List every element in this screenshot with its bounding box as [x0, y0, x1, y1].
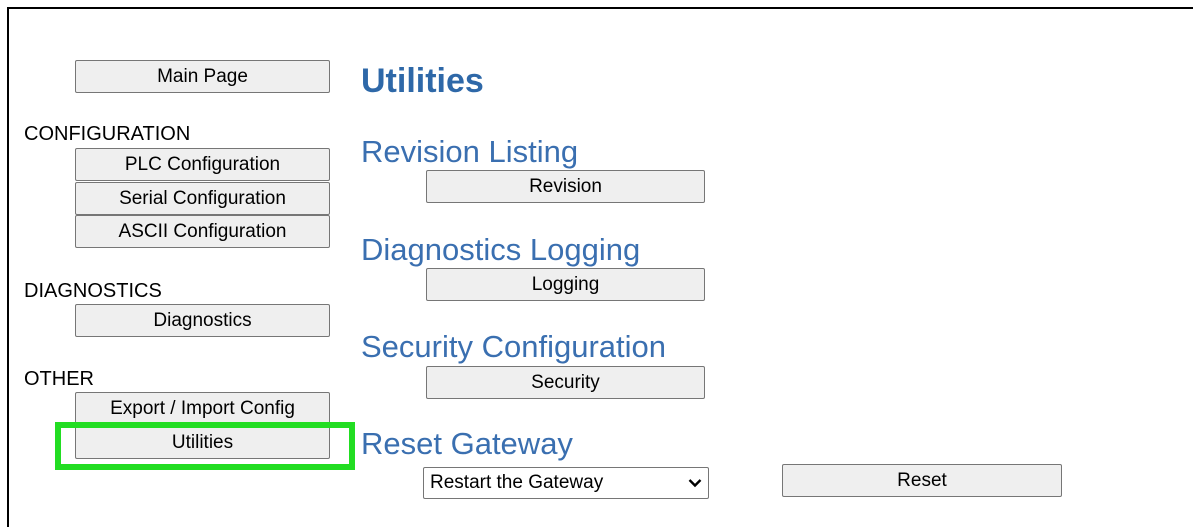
reset-action-select-value: Restart the Gateway [430, 472, 604, 493]
diagnostics-button[interactable]: Diagnostics [75, 304, 330, 337]
serial-configuration-button[interactable]: Serial Configuration [75, 182, 330, 215]
logging-button[interactable]: Logging [426, 268, 705, 301]
revision-button[interactable]: Revision [426, 170, 705, 203]
security-button[interactable]: Security [426, 366, 705, 399]
chevron-down-icon [682, 478, 708, 488]
page-title: Utilities [361, 62, 484, 100]
reset-gateway-heading: Reset Gateway [361, 426, 573, 461]
reset-button[interactable]: Reset [782, 464, 1062, 497]
security-configuration-heading: Security Configuration [361, 329, 666, 364]
utilities-highlight-box [55, 422, 355, 470]
diagnostics-logging-heading: Diagnostics Logging [361, 232, 641, 267]
configuration-section-label: CONFIGURATION [24, 123, 191, 145]
diagnostics-section-label: DIAGNOSTICS [24, 280, 162, 302]
other-section-label: OTHER [24, 368, 94, 390]
reset-action-select[interactable]: Restart the Gateway [423, 467, 709, 499]
revision-listing-heading: Revision Listing [361, 134, 579, 169]
export-import-config-button[interactable]: Export / Import Config [75, 392, 330, 425]
main-page-button[interactable]: Main Page [75, 60, 330, 93]
plc-configuration-button[interactable]: PLC Configuration [75, 148, 330, 181]
ascii-configuration-button[interactable]: ASCII Configuration [75, 215, 330, 248]
